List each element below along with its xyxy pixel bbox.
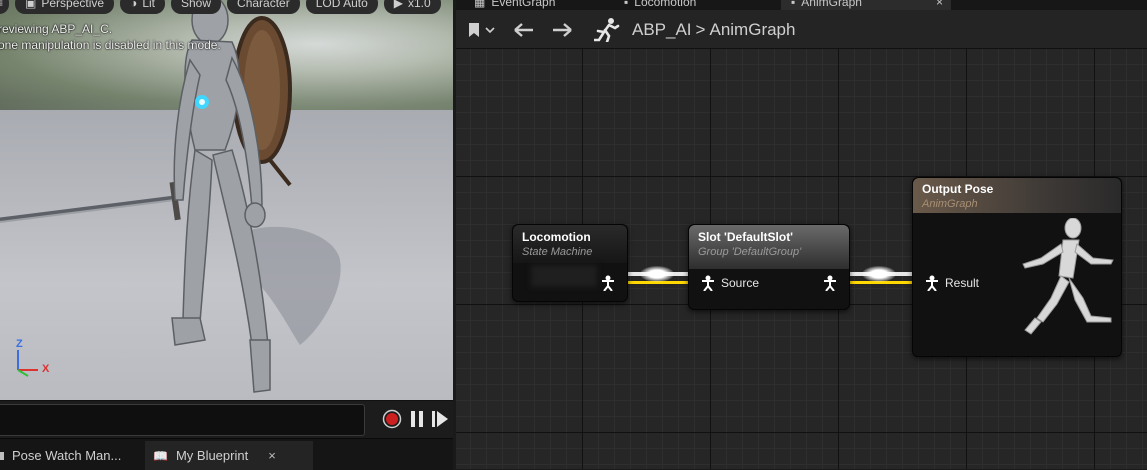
node-title: Output Pose <box>922 182 994 196</box>
preview-viewport[interactable]: Z X ≡ ▣Perspective ◑Lit Show Character L… <box>0 0 453 400</box>
timeline-bar <box>0 400 453 439</box>
bottom-tab-bar: Pose Watch Man... 📖 My Blueprint × <box>0 438 453 470</box>
node-subtitle: Group 'DefaultGroup' <box>698 246 802 258</box>
running-mannequin-icon <box>1022 218 1114 335</box>
pause-button[interactable] <box>407 409 427 429</box>
show-button[interactable]: Show <box>171 0 222 14</box>
arrow-left-icon <box>514 23 533 37</box>
pin-label: Source <box>721 276 760 290</box>
lightbulb-icon: ◑ <box>130 0 138 10</box>
running-man-icon <box>594 18 620 42</box>
node-preview-blur <box>531 265 597 287</box>
breadcrumb-current: AnimGraph <box>709 20 796 39</box>
graph-icon: ▦ <box>474 0 486 9</box>
output-pose-pin[interactable] <box>823 275 837 291</box>
pose-pin-icon <box>702 275 714 291</box>
state-machine-icon: ▪ <box>624 0 629 9</box>
tab-pose-watch-manager[interactable]: Pose Watch Man... <box>0 441 142 470</box>
tab-animgraph[interactable]: ▪ AnimGraph × <box>781 0 951 10</box>
forward-button[interactable] <box>550 20 574 40</box>
node-slot-defaultslot[interactable]: Slot 'DefaultSlot' Group 'DefaultGroup' … <box>688 224 850 310</box>
perspective-button[interactable]: ▣ Perspective <box>15 0 115 14</box>
node-subtitle: State Machine <box>522 246 593 258</box>
play-speed-button[interactable]: ▶ x1.0 <box>383 0 441 14</box>
step-forward-button[interactable] <box>430 409 450 429</box>
bone-manipulation-message: Bone manipulation is disabled in this mo… <box>0 38 221 52</box>
viewport-menu-button[interactable]: ≡ <box>0 0 10 14</box>
record-button[interactable] <box>382 409 402 429</box>
preview-message: Previewing ABP_AI_C. <box>0 22 113 36</box>
pause-icon <box>411 411 423 427</box>
output-pose-pin[interactable] <box>601 275 615 291</box>
tab-eventgraph[interactable]: ▦ EventGraph <box>474 0 555 10</box>
character-mesh <box>0 0 341 393</box>
tab-my-blueprint[interactable]: 📖 My Blueprint × <box>145 441 313 470</box>
arrow-right-icon <box>553 23 572 37</box>
viewport-toolbar: ≡ ▣Perspective ◑Lit Show Character LOD A… <box>0 0 441 14</box>
close-tab-icon[interactable]: × <box>268 448 276 463</box>
axis-z-label: Z <box>16 338 23 350</box>
graph-tab-bar: ▦ EventGraph ▪ Locomotion ▪ AnimGraph × <box>456 0 1147 10</box>
breadcrumb-separator: > <box>695 20 706 39</box>
record-icon <box>382 409 402 429</box>
breadcrumb: ABP_AI > AnimGraph <box>594 18 796 42</box>
lod-button[interactable]: LOD Auto <box>305 0 378 14</box>
lit-button[interactable]: ◑ Lit <box>120 0 165 14</box>
pose-watch-icon <box>0 451 4 460</box>
node-header: Slot 'DefaultSlot' Group 'DefaultGroup' <box>689 225 849 269</box>
node-header: Output Pose AnimGraph <box>913 178 1121 213</box>
pin-label: Result <box>945 276 980 290</box>
back-button[interactable] <box>512 20 536 40</box>
wire-flow-glow <box>862 266 896 282</box>
node-output-pose[interactable]: Output Pose AnimGraph Result <box>912 177 1122 357</box>
result-pin[interactable]: Result <box>925 275 979 291</box>
node-header: Locomotion State Machine <box>513 225 627 263</box>
node-locomotion[interactable]: Locomotion State Machine <box>512 224 628 302</box>
node-title: Locomotion <box>522 230 591 244</box>
step-forward-icon <box>432 411 448 427</box>
bookmark-icon <box>469 23 495 37</box>
timeline-scrubber[interactable] <box>0 404 365 436</box>
graph-editor: ▦ EventGraph ▪ Locomotion ▪ AnimGraph × ABP… <box>456 0 1147 469</box>
character-button[interactable]: Character <box>227 0 300 14</box>
cube-icon: ▣ <box>25 0 37 10</box>
node-title: Slot 'DefaultSlot' <box>698 230 794 244</box>
pose-pin-icon <box>824 275 836 291</box>
graph-canvas[interactable]: Locomotion State Machine Slot 'DefaultSl… <box>456 48 1147 469</box>
breadcrumb-root[interactable]: ABP_AI <box>632 20 692 40</box>
bookmark-dropdown[interactable] <box>464 20 498 40</box>
source-pin[interactable]: Source <box>701 275 759 291</box>
pose-pin-icon <box>926 275 938 291</box>
animgraph-icon: ▪ <box>791 0 796 9</box>
book-icon: 📖 <box>153 448 168 463</box>
wire-flow-glow <box>640 266 674 282</box>
node-subtitle: AnimGraph <box>922 198 978 210</box>
pose-pin-icon <box>602 275 614 291</box>
play-icon: ▶ <box>393 0 403 10</box>
graph-toolbar: ABP_AI > AnimGraph <box>456 10 1147 49</box>
axis-x-label: X <box>42 363 50 375</box>
tab-locomotion[interactable]: ▪ Locomotion <box>624 0 696 10</box>
close-tab-icon[interactable]: × <box>936 0 943 9</box>
